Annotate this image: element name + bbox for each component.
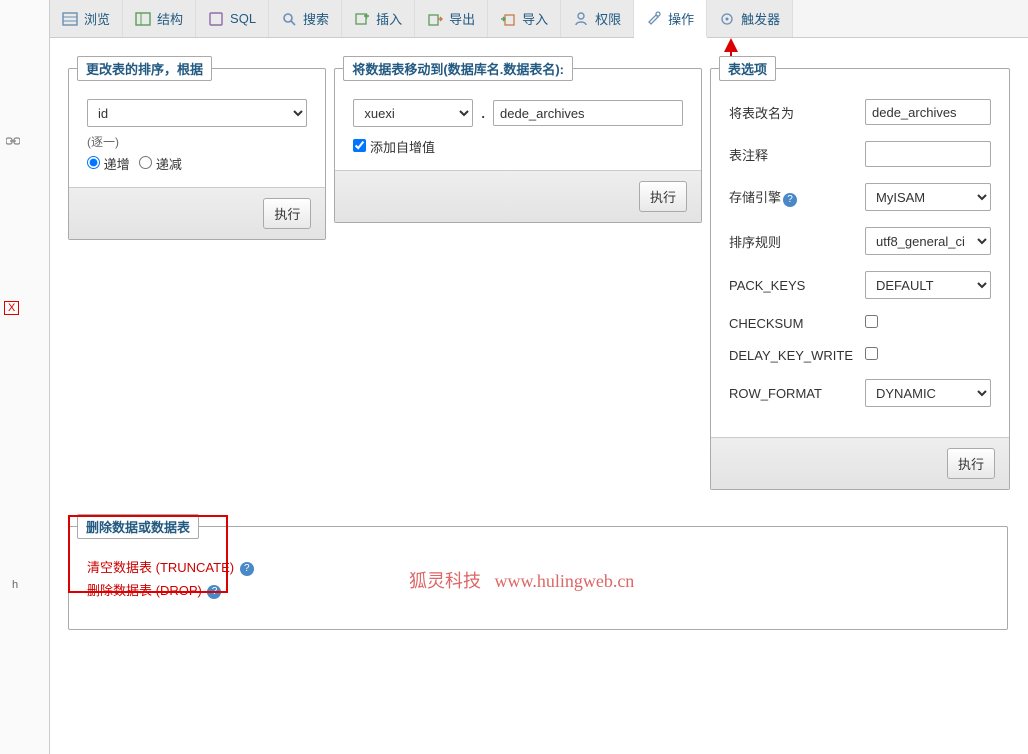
order-go-button[interactable]: 执行 [263, 198, 311, 229]
operations-icon [646, 10, 662, 26]
label-rename: 将表改名为 [729, 103, 857, 122]
move-dot: . [481, 106, 485, 121]
label-collation: 排序规则 [729, 232, 857, 251]
tab-structure[interactable]: 结构 [123, 0, 196, 37]
sidebar-truncated-text: h [8, 577, 49, 593]
tab-insert[interactable]: 插入 [342, 0, 415, 37]
select-pack-keys[interactable]: DEFAULT [865, 271, 991, 299]
order-desc-radio[interactable] [139, 156, 152, 169]
sql-icon [208, 11, 224, 27]
help-icon[interactable]: ? [783, 193, 797, 207]
order-desc-option[interactable]: 递减 [139, 157, 182, 172]
input-comment[interactable] [865, 141, 991, 167]
panel-alter-order-legend: 更改表的排序，根据 [77, 56, 212, 81]
triggers-icon [719, 11, 735, 27]
help-icon[interactable]: ? [240, 562, 254, 576]
structure-icon [135, 11, 151, 27]
move-add-auto-option[interactable]: 添加自增值 [353, 140, 435, 155]
link-icon [6, 134, 20, 149]
privileges-icon [573, 11, 589, 27]
label-engine: 存储引擎? [729, 187, 857, 207]
panel-table-options: 表选项 将表改名为 表注释 存储引擎? MyISAM 排 [710, 56, 1010, 490]
tab-export[interactable]: 导出 [415, 0, 488, 37]
sidebar-badge: X [4, 301, 19, 315]
insert-icon [354, 11, 370, 27]
order-hint: (逐一) [87, 133, 307, 150]
checkbox-delay-key-write[interactable] [865, 347, 878, 360]
tab-sql[interactable]: SQL [196, 0, 269, 37]
search-icon [281, 11, 297, 27]
left-sidebar: X h [0, 0, 50, 754]
panel-options-legend: 表选项 [719, 56, 776, 81]
panel-delete: 删除数据或数据表 清空数据表 (TRUNCATE) ? 删除数据表 (DROP)… [68, 514, 1008, 630]
label-pack-keys: PACK_KEYS [729, 278, 857, 293]
input-rename[interactable] [865, 99, 991, 125]
panel-move-table: 将数据表移动到(数据库名.数据表名): xuexi . 添加自增值 执行 [334, 56, 702, 223]
tab-privileges[interactable]: 权限 [561, 0, 634, 37]
panel-delete-legend: 删除数据或数据表 [77, 514, 199, 539]
export-icon [427, 11, 443, 27]
select-row-format[interactable]: DYNAMIC [865, 379, 991, 407]
watermark: 狐灵科技 www.hulingweb.cn [409, 567, 634, 593]
tab-triggers[interactable]: 触发器 [707, 0, 793, 37]
tab-search[interactable]: 搜索 [269, 0, 342, 37]
order-column-select[interactable]: id [87, 99, 307, 127]
move-db-select[interactable]: xuexi [353, 99, 473, 127]
move-add-auto-checkbox[interactable] [353, 139, 366, 152]
panel-move-legend: 将数据表移动到(数据库名.数据表名): [343, 56, 573, 81]
move-table-input[interactable] [493, 100, 683, 126]
options-go-button[interactable]: 执行 [947, 448, 995, 479]
browse-icon [62, 11, 78, 27]
tab-operations[interactable]: 操作 [634, 0, 707, 38]
order-asc-option[interactable]: 递增 [87, 157, 130, 172]
tab-browse[interactable]: 浏览 [50, 0, 123, 37]
top-nav-tabs: 浏览 结构 SQL 搜索 插入 导出 导入 权限 操作 触发器 [50, 0, 1028, 38]
order-asc-radio[interactable] [87, 156, 100, 169]
label-checksum: CHECKSUM [729, 316, 857, 331]
select-engine[interactable]: MyISAM [865, 183, 991, 211]
label-delay-key-write: DELAY_KEY_WRITE [729, 348, 857, 363]
panel-alter-order: 更改表的排序，根据 id (逐一) 递增 递减 执行 [68, 56, 326, 240]
checkbox-checksum[interactable] [865, 315, 878, 328]
tab-import[interactable]: 导入 [488, 0, 561, 37]
help-icon[interactable]: ? [207, 585, 221, 599]
label-row-format: ROW_FORMAT [729, 386, 857, 401]
import-icon [500, 11, 516, 27]
move-go-button[interactable]: 执行 [639, 181, 687, 212]
select-collation[interactable]: utf8_general_ci [865, 227, 991, 255]
label-comment: 表注释 [729, 145, 857, 164]
